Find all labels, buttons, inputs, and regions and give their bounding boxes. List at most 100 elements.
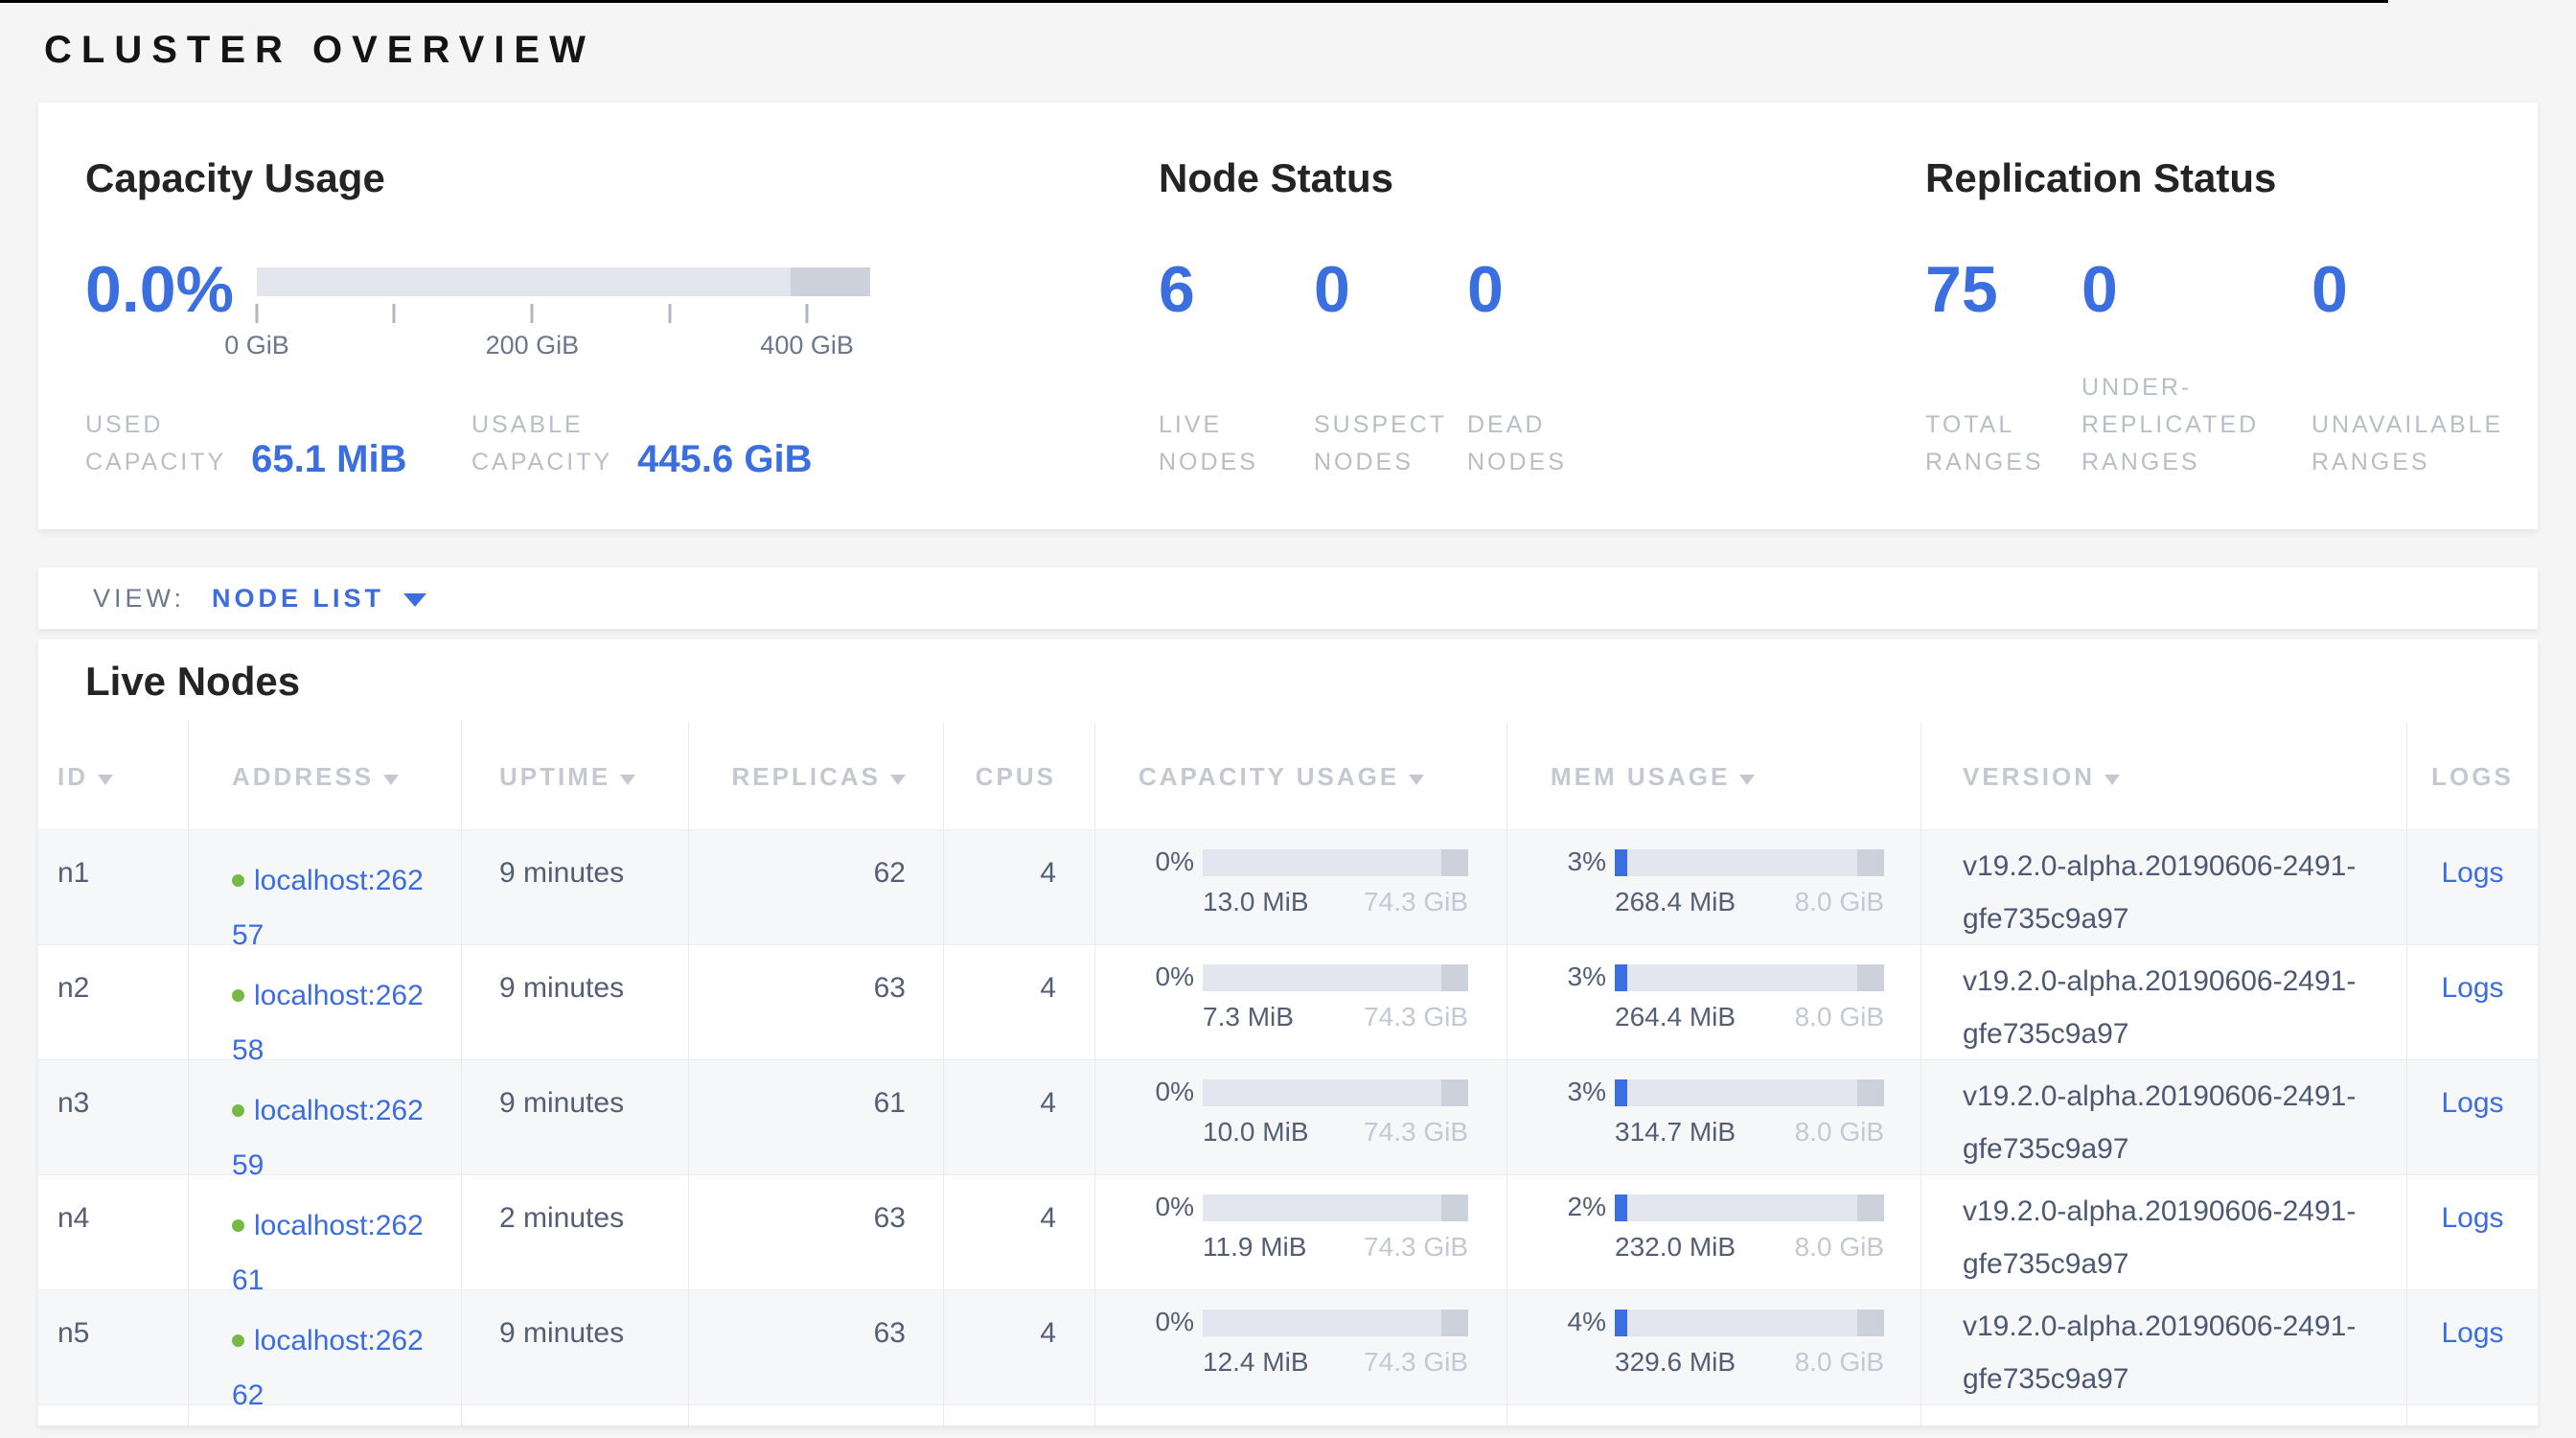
suspect-nodes-metric: 0 SUSPECT NODES (1314, 253, 1467, 481)
mem-used-value: 329.6 MiB (1615, 1347, 1736, 1378)
node-replicas-cell: 62 (689, 830, 944, 944)
capacity-used-percent: 0.0% (85, 253, 234, 326)
logs-link[interactable]: Logs (2441, 1087, 2503, 1119)
capacity-percent-label: 0% (1138, 1192, 1194, 1222)
table-row: n5 localhost:26262 9 minutes 63 4 0% 12.… (38, 1289, 2538, 1404)
node-id-cell: n5 (38, 1290, 189, 1404)
capacity-used-value: 7.3 MiB (1203, 1002, 1294, 1032)
capacity-usage-bar (1203, 964, 1468, 991)
live-nodes-metric: 6 LIVE NODES (1159, 253, 1312, 481)
column-header-id[interactable]: ID (38, 722, 189, 829)
mem-bar-fill (1615, 1310, 1627, 1336)
column-header-uptime[interactable]: UPTIME (462, 722, 689, 829)
chevron-down-icon[interactable] (403, 593, 426, 607)
capacity-percent-label: 0% (1138, 1307, 1194, 1337)
dead-nodes-metric: 0 DEAD NODES (1467, 253, 1567, 481)
capacity-percent-label: 0% (1138, 1077, 1194, 1107)
mem-total-value: 8.0 GiB (1795, 1117, 1884, 1148)
mem-used-value: 268.4 MiB (1615, 887, 1736, 917)
node-cpus-cell: 4 (944, 1290, 1095, 1404)
node-mem-usage-cell: 2% 232.0 MiB 8.0 GiB (1507, 1175, 1921, 1289)
stat-label-line: USED (85, 406, 226, 444)
node-mem-usage-cell: 3% 264.4 MiB 8.0 GiB (1507, 945, 1921, 1059)
view-label: VIEW: (93, 584, 185, 614)
axis-tick (531, 304, 534, 323)
mem-percent-label: 4% (1551, 1307, 1606, 1337)
capacity-usage-bar (1203, 1194, 1468, 1221)
capacity-total-value: 74.3 GiB (1364, 1117, 1468, 1148)
cluster-summary-card: Capacity Usage 0.0% 0 GiB 20 (38, 103, 2538, 529)
capacity-total-value: 74.3 GiB (1364, 1002, 1468, 1032)
node-id-cell: n2 (38, 945, 189, 1059)
node-logs-cell: Logs (2407, 1290, 2538, 1404)
mem-bar-reserved (1857, 1079, 1884, 1106)
capacity-usage-section: Capacity Usage 0.0% 0 GiB 20 (85, 155, 909, 481)
replication-status-section: Replication Status 75 TOTAL RANGES 0 UND… (1925, 155, 2539, 481)
live-status-dot-icon (232, 1219, 244, 1232)
node-address-link[interactable]: localhost:26261 (232, 1210, 424, 1296)
table-row: n4 localhost:26261 2 minutes 63 4 0% 11.… (38, 1174, 2538, 1289)
axis-tick-label: 400 GiB (760, 331, 854, 360)
node-mem-usage-cell: 4% 329.6 MiB 8.0 GiB (1507, 1290, 1921, 1404)
node-capacity-usage-cell: 0% 10.0 MiB 74.3 GiB (1095, 1060, 1507, 1174)
view-selector-bar[interactable]: VIEW: NODE LIST (38, 568, 2538, 629)
capacity-percent-label: 0% (1138, 847, 1194, 877)
node-replicas-cell: 61 (689, 1060, 944, 1174)
mem-total-value: 8.0 GiB (1795, 1347, 1884, 1378)
node-address-link[interactable]: localhost:26257 (232, 865, 424, 951)
logs-link[interactable]: Logs (2441, 1202, 2503, 1234)
live-status-dot-icon (232, 1334, 244, 1347)
mem-usage-bar (1615, 1310, 1884, 1336)
node-address-link[interactable]: localhost:26258 (232, 980, 424, 1066)
metric-label-line: TOTAL (1925, 406, 2082, 444)
column-header-address[interactable]: ADDRESS (189, 722, 462, 829)
logs-link[interactable]: Logs (2441, 1317, 2503, 1349)
column-header-replicas[interactable]: REPLICAS (689, 722, 944, 829)
node-logs-cell: Logs (2407, 1060, 2538, 1174)
mem-used-value: 314.7 MiB (1615, 1117, 1736, 1148)
node-capacity-usage-cell: 0% 11.9 MiB 74.3 GiB (1095, 1175, 1507, 1289)
node-address-link[interactable]: localhost:26262 (232, 1325, 424, 1411)
metric-label-line: NODES (1467, 444, 1567, 481)
node-version-cell: v19.2.0-alpha.20190606-2491-gfe735c9a97 (1921, 1060, 2407, 1174)
capacity-bar-reserved (1441, 1079, 1468, 1106)
logs-link[interactable]: Logs (2441, 972, 2503, 1004)
capacity-bar-reserved (1441, 1194, 1468, 1221)
axis-tick-label: 200 GiB (486, 331, 580, 360)
node-address-cell: localhost:26259 (189, 1060, 462, 1174)
capacity-total-value: 74.3 GiB (1364, 1232, 1468, 1263)
node-id-cell: n3 (38, 1060, 189, 1174)
mem-total-value: 8.0 GiB (1795, 1002, 1884, 1032)
logs-link[interactable]: Logs (2441, 857, 2503, 889)
node-address-link[interactable]: localhost:26259 (232, 1095, 424, 1181)
unavailable-ranges-metric: 0 UNAVAILABLE RANGES (2312, 253, 2503, 481)
mem-bar-reserved (1857, 849, 1884, 876)
sort-desc-icon (98, 775, 113, 785)
metric-label-line: LIVE (1159, 406, 1312, 444)
node-cpus-cell: 4 (944, 1060, 1095, 1174)
capacity-used-value: 11.9 MiB (1203, 1232, 1306, 1263)
live-status-dot-icon (232, 989, 244, 1002)
metric-label-line: NODES (1314, 444, 1467, 481)
table-body: n1 localhost:26257 9 minutes 62 4 0% 13.… (38, 829, 2538, 1404)
node-logs-cell: Logs (2407, 945, 2538, 1059)
stat-label-line: USABLE (472, 406, 612, 444)
node-cpus-cell: 4 (944, 1175, 1095, 1289)
mem-used-value: 264.4 MiB (1615, 1002, 1736, 1032)
total-ranges-count: 75 (1925, 253, 2082, 326)
sort-desc-icon (620, 775, 635, 785)
used-capacity-value: 65.1 MiB (251, 437, 406, 481)
node-cpus-cell: 4 (944, 830, 1095, 944)
column-header-mem-usage[interactable]: MEM USAGE (1507, 722, 1921, 829)
capacity-usage-bar (1203, 849, 1468, 876)
column-header-version[interactable]: VERSION (1921, 722, 2407, 829)
metric-label-line: RANGES (2312, 444, 2503, 481)
sort-desc-icon (890, 775, 906, 785)
live-status-dot-icon (232, 874, 244, 887)
live-nodes-card: Live Nodes ID ADDRESS UPTIME REPLICAS CP… (38, 639, 2538, 1426)
capacity-usage-bar (1203, 1310, 1468, 1336)
node-id-cell: n4 (38, 1175, 189, 1289)
view-dropdown[interactable]: NODE LIST (212, 584, 384, 614)
column-header-capacity-usage[interactable]: CAPACITY USAGE (1095, 722, 1507, 829)
metric-label-line: DEAD (1467, 406, 1567, 444)
